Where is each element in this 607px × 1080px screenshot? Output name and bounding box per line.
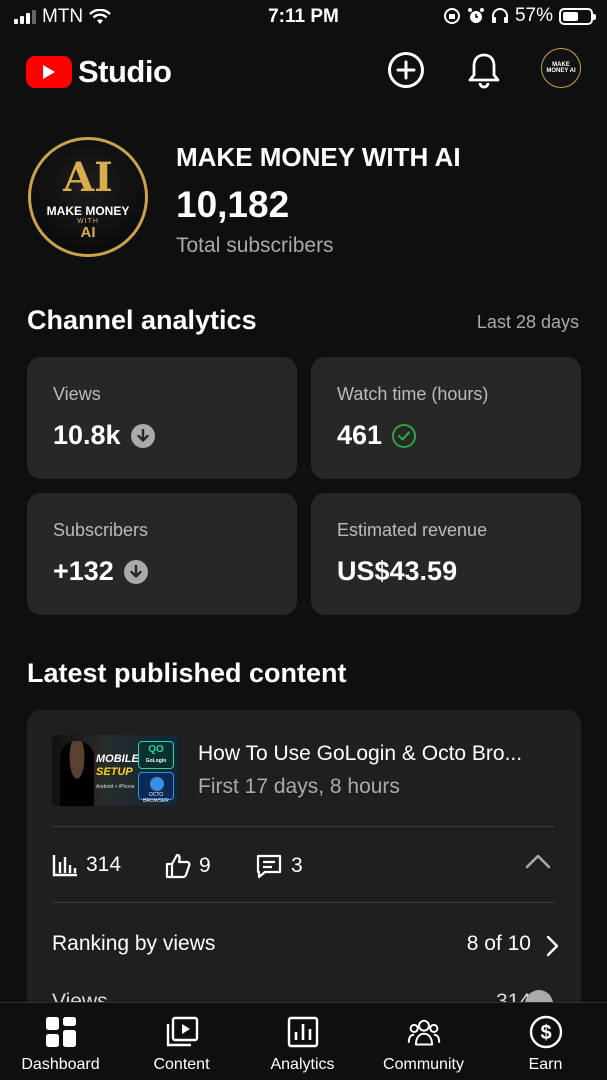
metric-value-row: +132 [53,556,148,587]
add-circle-icon [388,52,424,88]
gologin-label: GoLogin [145,758,167,764]
create-button[interactable] [386,50,426,90]
battery-percent: 57% [514,5,553,26]
community-icon [407,1015,441,1049]
app-header: Studio MAKE MONEY AI [0,40,607,100]
metric-card-subscribers[interactable]: Subscribers +132 [27,493,297,615]
channel-name: MAKE MONEY WITH AI [176,142,461,172]
svg-text:$: $ [540,1022,551,1044]
bar-chart-icon [52,855,77,877]
dashboard-icon [44,1015,78,1049]
analytics-title: Channel analytics [27,305,257,335]
analytics-period: Last 28 days [476,312,579,332]
status-icons: 57% [443,5,596,27]
chevron-right-icon [546,935,559,957]
nav-content[interactable]: Content [121,1003,242,1080]
subscriber-count: 10,182 [176,184,290,225]
thumbnail-text-line1: MOBILE [96,753,139,765]
battery-icon [559,7,596,25]
comments-stat-value: 3 [291,854,303,877]
thumbnail-text-line3: Android + iPhone [96,784,135,790]
divider [52,902,555,903]
notifications-button[interactable] [464,50,504,90]
octo-browser-logo: OCTO BROWSER [138,772,174,804]
metric-label: Watch time (hours) [337,384,489,404]
youtube-play-icon [26,56,72,88]
earn-icon: $ [529,1015,563,1049]
account-avatar-text: MAKE MONEY AI [546,62,576,74]
octo-browser-label: OCTO BROWSER [143,792,169,804]
channel-avatar-initials: AI [63,154,113,201]
thumbs-up-icon [165,853,191,879]
check-circle-icon [392,423,417,448]
metric-value: +132 [53,556,114,586]
nav-community[interactable]: Community [363,1003,484,1080]
thumbnail-text-line2: SETUP [96,766,133,778]
studio-logo[interactable]: Studio [26,54,172,90]
metric-value: US$43.59 [337,556,458,586]
views-stat: 314 [52,853,121,877]
nav-analytics[interactable]: Analytics [242,1003,363,1080]
comment-icon [256,854,282,879]
logo-text: Studio [78,54,172,89]
metric-card-revenue[interactable]: Estimated revenue US$43.59 [311,493,581,615]
metric-label: Estimated revenue [337,520,488,540]
bell-icon [468,53,500,89]
divider [52,826,555,827]
video-thumbnail[interactable]: MOBILE SETUP Android + iPhone QO GoLogin … [52,735,178,806]
comments-stat: 3 [255,853,303,879]
nav-label: Analytics [270,1056,335,1073]
channel-avatar-line3: AI [80,224,96,241]
trend-down-icon [123,559,148,584]
subscriber-label: Total subscribers [176,234,334,257]
views-stat-value: 314 [86,853,122,876]
nav-earn[interactable]: $ Earn [485,1003,606,1080]
ranking-value: 8 of 10 [466,932,531,955]
video-title[interactable]: How To Use GoLogin & Octo Bro... [198,742,522,766]
thumbnail-person [60,741,94,806]
metric-value-row: 10.8k [53,420,155,451]
metric-value: 10.8k [53,420,121,450]
video-subtitle: First 17 days, 8 hours [198,775,400,798]
ranking-chevron[interactable] [545,935,559,962]
alarm-icon [467,8,484,23]
collapse-button[interactable] [525,853,551,874]
metric-card-views[interactable]: Views 10.8k [27,357,297,479]
status-bar: MTN 7:11 PM 57% [0,0,607,36]
nav-label: Earn [528,1056,563,1073]
channel-avatar-line1: MAKE MONEY [46,204,130,218]
metric-value-row: 461 [337,420,417,451]
nav-label: Dashboard [21,1056,100,1073]
headphones-icon [491,8,508,23]
trend-down-icon [130,423,155,448]
nav-label: Content [153,1056,210,1073]
ranking-label[interactable]: Ranking by views [52,932,215,956]
content-icon [165,1015,199,1049]
metric-value-row: US$43.59 [337,556,457,587]
channel-avatar[interactable]: AI MAKE MONEY WITH AI [28,137,148,257]
nav-label: Community [383,1056,464,1073]
metric-card-watch-time[interactable]: Watch time (hours) 461 [311,357,581,479]
likes-stat: 9 [165,853,211,879]
analytics-icon [286,1015,320,1049]
account-avatar[interactable]: MAKE MONEY AI [541,48,581,88]
metric-label: Views [53,384,101,404]
gologin-logo: QO GoLogin [138,741,174,769]
chevron-up-icon [525,854,551,869]
bottom-navigation: Dashboard Content Analytics Community $ … [0,1002,607,1080]
metric-label: Subscribers [53,520,149,540]
metric-value: 461 [337,420,383,450]
latest-content-title: Latest published content [27,658,347,688]
nav-dashboard[interactable]: Dashboard [0,1003,121,1080]
likes-stat-value: 9 [199,854,211,877]
orientation-lock-icon [443,8,460,24]
